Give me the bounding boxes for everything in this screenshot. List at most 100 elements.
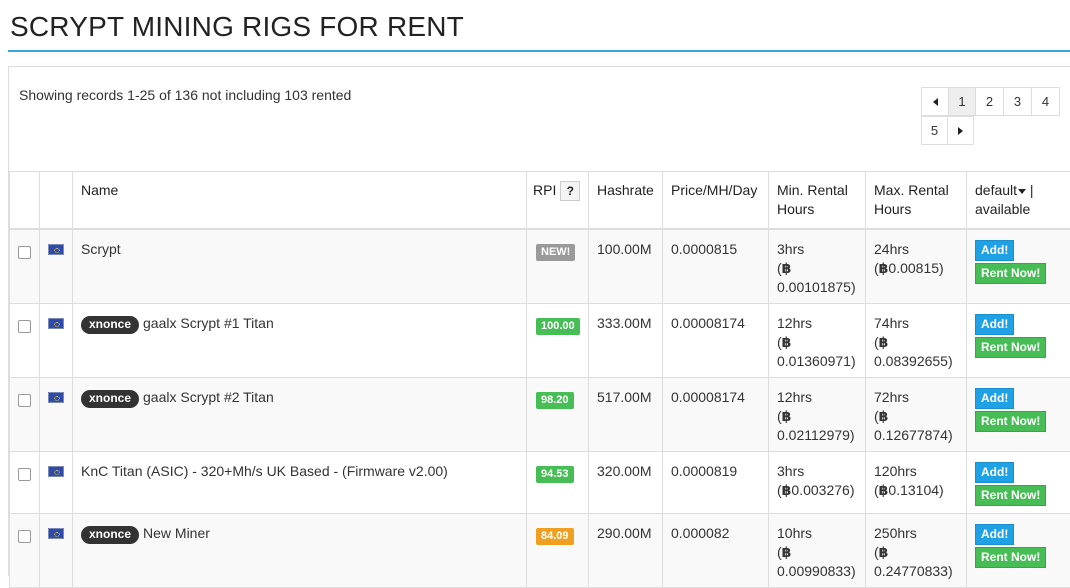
xnonce-badge: xnonce — [81, 316, 139, 334]
rig-name-cell: Scrypt — [73, 229, 527, 303]
hashrate-cell: 517.00M — [589, 377, 663, 451]
min-rental-cell: 3hrs (฿0.00101875) — [769, 229, 866, 303]
rent-now-button[interactable]: Rent Now! — [975, 337, 1046, 358]
records-summary: Showing records 1-25 of 136 not includin… — [19, 87, 351, 103]
rent-now-button[interactable]: Rent Now! — [975, 411, 1046, 432]
btc-icon: ฿ — [782, 482, 792, 498]
sort-available-link[interactable]: available — [975, 201, 1030, 217]
price-cell: 0.00008174 — [663, 303, 769, 377]
max-hours: 120hrs — [874, 463, 917, 479]
rig-name-link[interactable]: New Miner — [143, 525, 210, 541]
rent-now-button[interactable]: Rent Now! — [975, 263, 1046, 284]
page-2-button[interactable]: 2 — [975, 87, 1004, 116]
min-hours: 12hrs — [777, 389, 812, 405]
min-rental-cell: 12hrs (฿0.02112979) — [769, 377, 866, 451]
rig-name-link[interactable]: Scrypt — [81, 241, 121, 257]
min-hours: 3hrs — [777, 463, 804, 479]
max-hours: 250hrs — [874, 525, 917, 541]
header-rpi[interactable]: RPI? — [527, 172, 589, 230]
rig-name-link[interactable]: gaalx Scrypt #2 Titan — [143, 389, 274, 405]
hashrate-cell: 100.00M — [589, 229, 663, 303]
rig-name-cell: KnC Titan (ASIC) - 320+Mh/s UK Based - (… — [73, 451, 527, 513]
btc-icon: ฿ — [782, 260, 792, 276]
rig-name-link[interactable]: gaalx Scrypt #1 Titan — [143, 315, 274, 331]
add-button[interactable]: Add! — [975, 314, 1014, 335]
rig-name-cell: xnoncegaalx Scrypt #2 Titan — [73, 377, 527, 451]
table-row: xnoncegaalx Scrypt #1 Titan 100.00 333.0… — [10, 303, 1070, 377]
table-row: xnoncegaalx Scrypt #2 Titan 98.20 517.00… — [10, 377, 1070, 451]
rpi-cell: 100.00 — [527, 303, 589, 377]
min-rental-cell: 3hrs (฿0.003276) — [769, 451, 866, 513]
rpi-help-button[interactable]: ? — [560, 181, 580, 201]
min-price-wrapped: 0.02112979) — [777, 427, 855, 443]
min-price-wrapped: 0.00101875) — [777, 279, 856, 295]
max-rental-cell: 72hrs (฿0.12677874) — [866, 377, 967, 451]
sort-separator: | — [1026, 182, 1034, 198]
caret-left-icon — [933, 98, 938, 106]
header-sort[interactable]: default | available — [967, 172, 1070, 230]
page-5-button[interactable]: 5 — [921, 116, 948, 145]
btc-icon: ฿ — [879, 408, 889, 424]
row-select-cell — [10, 513, 40, 587]
eu-flag-icon — [48, 392, 64, 403]
header-name[interactable]: Name — [73, 172, 527, 230]
eu-flag-icon — [48, 528, 64, 539]
max-rental-cell: 120hrs (฿0.13104) — [866, 451, 967, 513]
min-hours: 10hrs — [777, 525, 812, 541]
pagination-next-button[interactable] — [947, 116, 974, 145]
row-checkbox[interactable] — [18, 394, 31, 407]
min-hours: 12hrs — [777, 315, 812, 331]
min-price-wrapped: 0.01360971) — [777, 353, 856, 369]
add-button[interactable]: Add! — [975, 240, 1014, 261]
rent-now-button[interactable]: Rent Now! — [975, 485, 1046, 506]
actions-cell: Add! Rent Now! — [967, 377, 1070, 451]
price-cell: 0.0000819 — [663, 451, 769, 513]
eu-flag-icon — [48, 244, 64, 255]
hashrate-cell: 333.00M — [589, 303, 663, 377]
header-min-rental[interactable]: Min. Rental Hours — [769, 172, 866, 230]
header-price[interactable]: Price/MH/Day — [663, 172, 769, 230]
pagination-prev-button[interactable] — [921, 87, 949, 116]
price-cell: 0.0000815 — [663, 229, 769, 303]
page-3-button[interactable]: 3 — [1003, 87, 1032, 116]
header-price-label: Price/MH/Day — [671, 182, 757, 198]
rpi-badge: 94.53 — [536, 466, 574, 483]
row-flag-cell — [40, 229, 73, 303]
row-select-cell — [10, 451, 40, 513]
btc-icon: ฿ — [782, 408, 792, 424]
max-price-inline: 0.00815) — [888, 260, 943, 276]
rpi-badge: NEW! — [536, 244, 575, 261]
rpi-cell: 84.09 — [527, 513, 589, 587]
header-hashrate-label: Hashrate — [597, 182, 654, 198]
min-price-wrapped: 0.00990833) — [777, 563, 856, 579]
header-max-rental[interactable]: Max. Rental Hours — [866, 172, 967, 230]
price-cell: 0.00008174 — [663, 377, 769, 451]
header-min-rental-line2: Hours — [777, 201, 814, 217]
rigs-table: Name RPI? Hashrate Price/MH/Day Min. Ren… — [9, 171, 1070, 588]
row-checkbox[interactable] — [18, 468, 31, 481]
rent-now-button[interactable]: Rent Now! — [975, 547, 1046, 568]
btc-icon: ฿ — [879, 260, 889, 276]
hashrate-cell: 290.00M — [589, 513, 663, 587]
min-rental-cell: 10hrs (฿0.00990833) — [769, 513, 866, 587]
row-checkbox[interactable] — [18, 246, 31, 259]
row-checkbox[interactable] — [18, 320, 31, 333]
page-4-button[interactable]: 4 — [1031, 87, 1060, 116]
row-checkbox[interactable] — [18, 530, 31, 543]
rig-name-link[interactable]: KnC Titan (ASIC) - 320+Mh/s UK Based - (… — [81, 463, 448, 479]
rpi-cell: 98.20 — [527, 377, 589, 451]
add-button[interactable]: Add! — [975, 524, 1014, 545]
header-hashrate[interactable]: Hashrate — [589, 172, 663, 230]
row-flag-cell — [40, 513, 73, 587]
header-select — [10, 172, 40, 230]
page-1-button[interactable]: 1 — [948, 87, 976, 116]
add-button[interactable]: Add! — [975, 388, 1014, 409]
row-select-cell — [10, 377, 40, 451]
row-flag-cell — [40, 303, 73, 377]
caret-down-icon — [1018, 189, 1026, 194]
btc-icon: ฿ — [782, 334, 792, 350]
add-button[interactable]: Add! — [975, 462, 1014, 483]
xnonce-badge: xnonce — [81, 526, 139, 544]
max-hours: 74hrs — [874, 315, 909, 331]
sort-default-dropdown[interactable]: default | — [975, 182, 1034, 198]
